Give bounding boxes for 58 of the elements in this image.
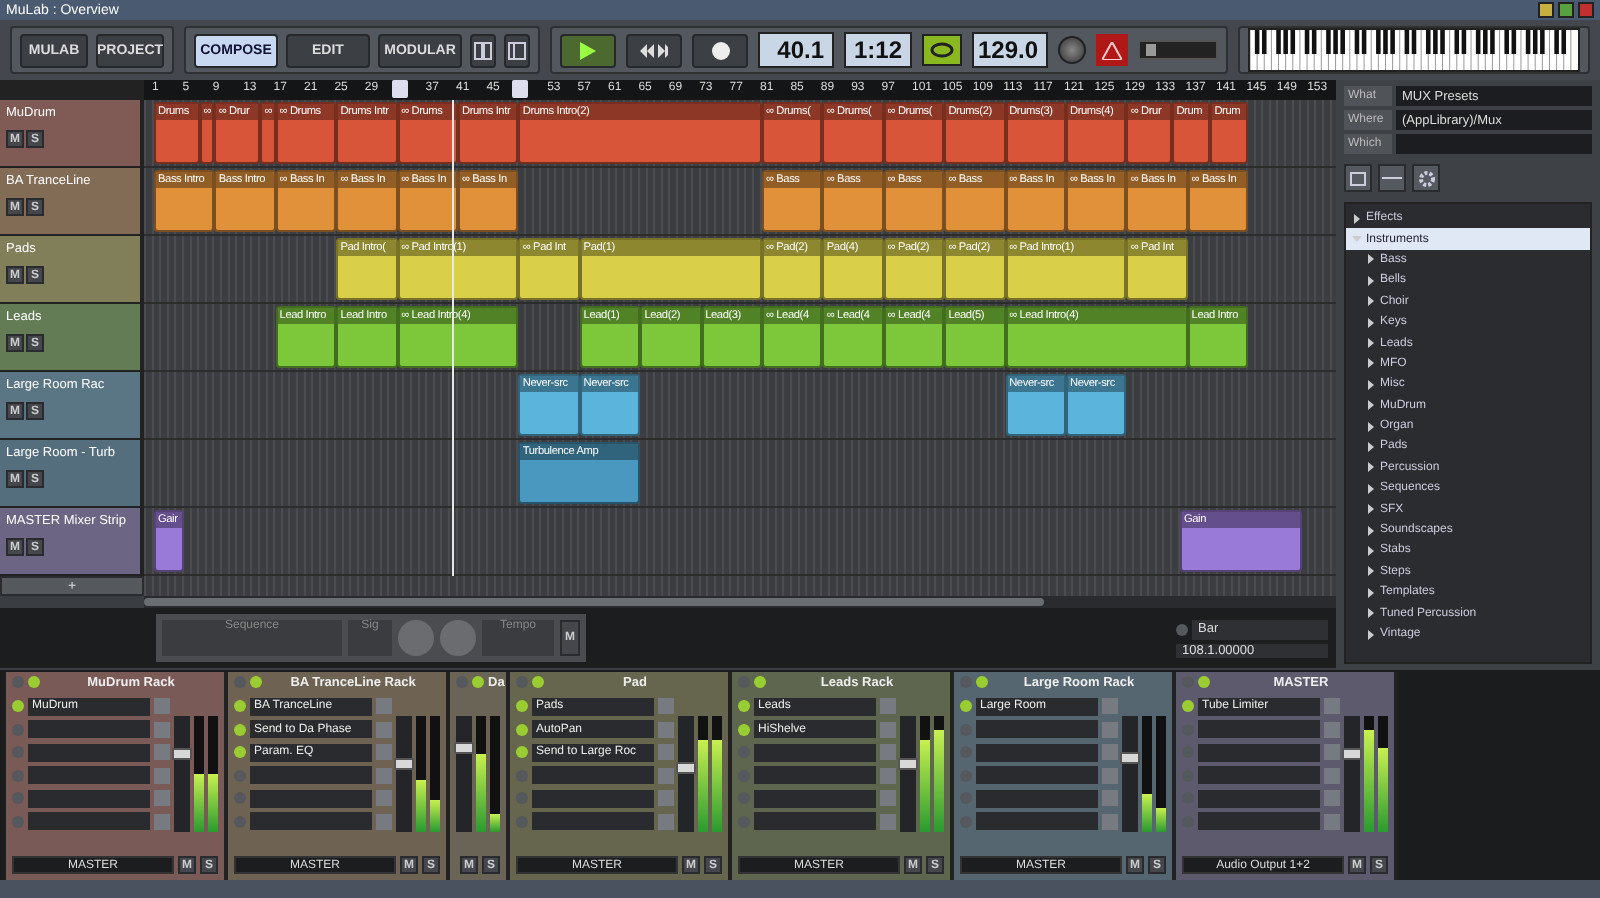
rack-led xyxy=(976,676,988,688)
record-button[interactable] xyxy=(692,33,748,67)
fader-thumb[interactable] xyxy=(898,757,918,770)
rack-led xyxy=(472,676,484,688)
ruler-corner xyxy=(0,80,144,100)
volume-knob[interactable] xyxy=(1058,36,1086,64)
fader-thumb[interactable] xyxy=(1120,752,1140,765)
snap-led xyxy=(1176,623,1188,635)
plugin-slot[interactable] xyxy=(28,743,150,761)
knob[interactable] xyxy=(398,620,434,656)
loop-icon xyxy=(930,42,954,58)
fader-thumb[interactable] xyxy=(1342,747,1362,760)
rack-led xyxy=(754,676,766,688)
loop-marker[interactable] xyxy=(512,80,529,98)
warning-icon xyxy=(1096,34,1128,66)
slider-thumb[interactable] xyxy=(1145,44,1156,56)
power-icon[interactable] xyxy=(12,676,24,688)
knob[interactable] xyxy=(440,620,476,656)
position-display: 40.1 xyxy=(758,32,834,68)
plugin-slot[interactable] xyxy=(28,789,150,807)
collapse-arrow-icon[interactable] xyxy=(1352,234,1362,245)
close-button[interactable] xyxy=(1578,2,1594,18)
plugin-slot[interactable] xyxy=(976,743,1098,761)
settings-icon[interactable] xyxy=(1412,164,1440,192)
plugin-slot[interactable] xyxy=(754,743,876,761)
browser-field[interactable] xyxy=(1396,134,1592,154)
plugin-slot[interactable] xyxy=(754,789,876,807)
plugin-slot[interactable] xyxy=(1198,743,1320,761)
record-icon xyxy=(711,41,729,59)
rewind-forward-button[interactable] xyxy=(626,33,682,67)
expand-arrow-icon[interactable] xyxy=(1352,213,1362,224)
loop-button[interactable] xyxy=(922,34,962,66)
loop-marker[interactable] xyxy=(391,80,408,98)
fader-thumb[interactable] xyxy=(676,762,696,775)
split-view-icon[interactable] xyxy=(470,33,496,67)
maximize-button[interactable] xyxy=(1558,2,1574,18)
rack-led xyxy=(532,676,544,688)
rack-led xyxy=(1198,676,1210,688)
plugin-slot[interactable] xyxy=(250,789,372,807)
folder-icon[interactable] xyxy=(1344,164,1372,192)
tempo-display: 129.0 xyxy=(972,32,1048,68)
fader-thumb[interactable] xyxy=(454,742,474,754)
rewind-forward-icon xyxy=(640,43,668,57)
fader-thumb[interactable] xyxy=(394,757,414,770)
time-display: 1:12 xyxy=(844,32,912,68)
plugin-slot[interactable] xyxy=(976,789,1098,807)
horizontal-scrollbar[interactable] xyxy=(144,596,1336,608)
fader-thumb[interactable] xyxy=(172,747,192,760)
plugin-slot[interactable] xyxy=(1198,789,1320,807)
play-icon xyxy=(580,41,596,59)
rack-led xyxy=(250,676,262,688)
mini-slider[interactable] xyxy=(1138,40,1218,60)
rack-led xyxy=(28,676,40,688)
minimize-button[interactable] xyxy=(1538,2,1554,18)
panel-view-icon[interactable] xyxy=(504,33,530,67)
play-button[interactable] xyxy=(560,33,616,67)
power-icon[interactable] xyxy=(234,676,246,688)
plugin-slot[interactable] xyxy=(532,789,654,807)
